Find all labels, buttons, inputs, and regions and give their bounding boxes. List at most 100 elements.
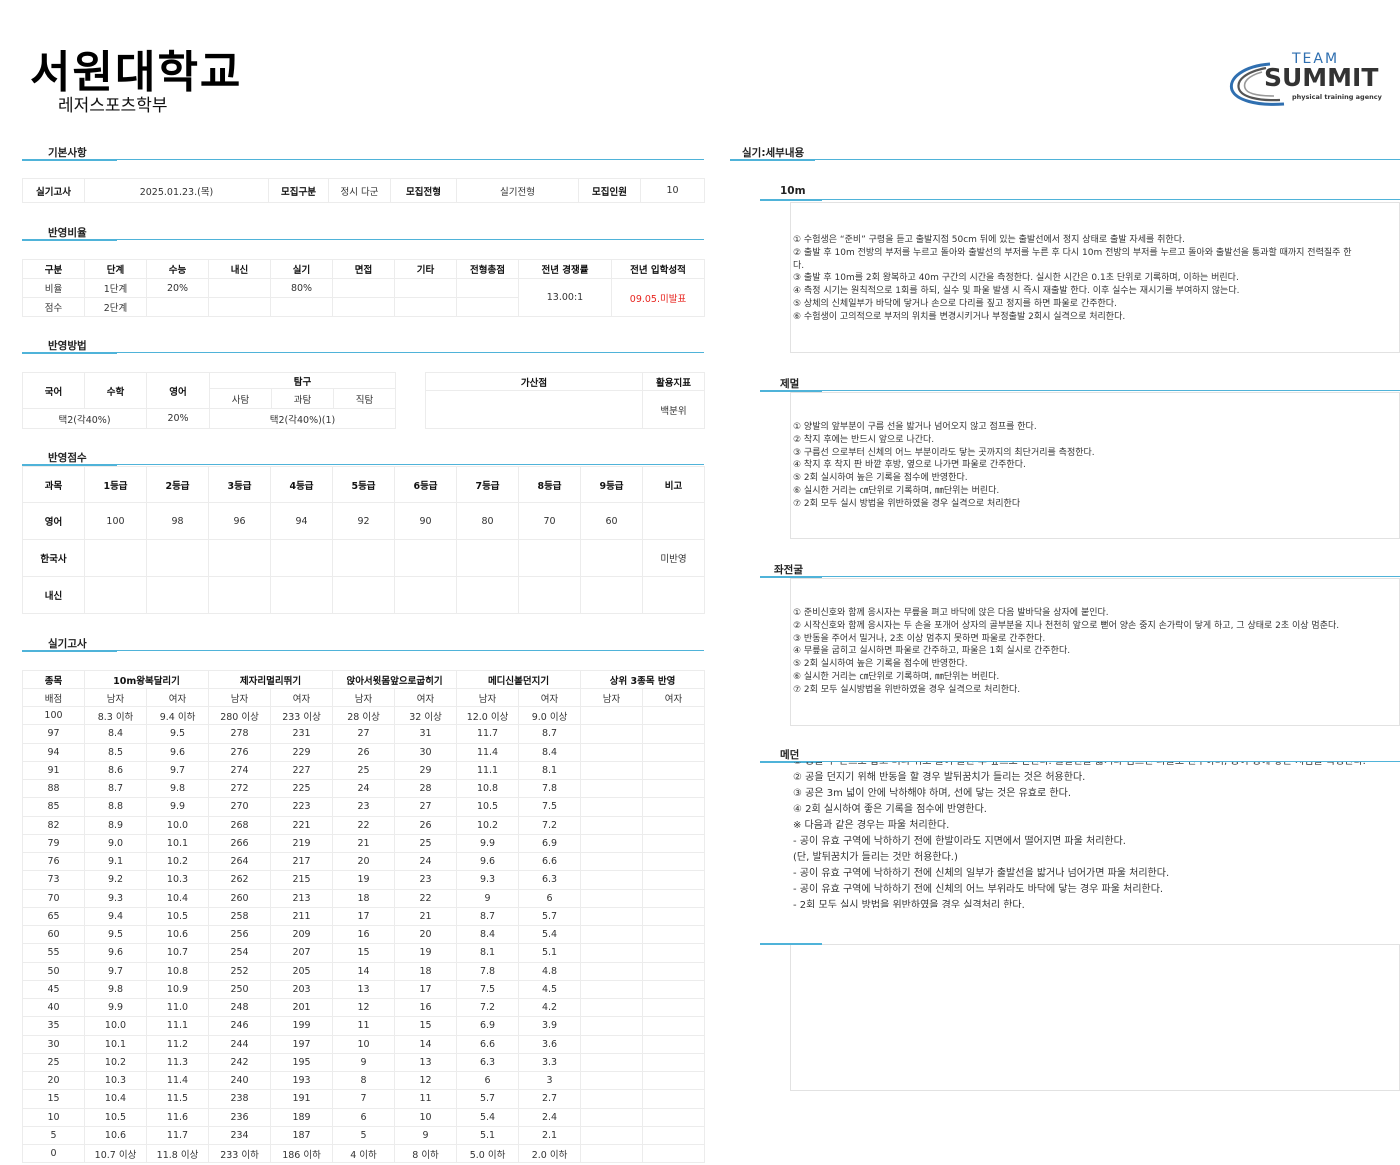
rule-line: ② 시작신호와 함께 응시자는 두 손을 포개어 상자의 골부분을 지나 천천히…	[793, 620, 1340, 631]
score-cell: 80	[456, 502, 519, 540]
practical-cell: 9.4	[84, 906, 147, 927]
practical-cell: 88	[22, 778, 85, 799]
practical-sub: 배점	[22, 688, 85, 707]
practical-cell: 28 이상	[332, 705, 396, 726]
practical-cell: 3.9	[518, 1016, 582, 1036]
practical-cell: 6.3	[518, 870, 582, 890]
practical-cell: 9.6	[84, 943, 147, 963]
basic-info-table: 실기고사 2025.01.23.(목) 모집구분 정시 다군 모집전형 실기전형…	[22, 178, 705, 203]
practical-cell: 8.7	[456, 906, 520, 927]
practical-cell: 6	[518, 888, 582, 908]
practical-cell: 15	[332, 943, 396, 963]
practical-cell: 0	[22, 1143, 85, 1164]
practical-cell: 229	[270, 742, 334, 762]
competition-rate: 13.00:1	[518, 278, 612, 317]
practical-cell: 11.8 이상	[145, 1143, 210, 1164]
practical-cell: 82	[22, 815, 85, 835]
practical-cell	[580, 724, 644, 744]
practical-cell	[580, 797, 644, 817]
practical-cell: 187	[270, 1125, 334, 1146]
practical-cell	[580, 906, 644, 927]
practical-cell: 17	[332, 906, 396, 927]
practical-cell: 9.7	[84, 961, 147, 981]
practical-cell: 258	[208, 906, 272, 927]
practical-cell: 8 이하	[394, 1143, 458, 1164]
practical-cell: 233 이상	[270, 705, 334, 726]
practical-cell: 9.4 이하	[145, 705, 210, 726]
practical-cell	[642, 961, 706, 981]
practical-cell: 5.7	[518, 906, 582, 927]
score-cell: 92	[332, 502, 395, 540]
score-cell	[642, 576, 705, 614]
practical-cell: 252	[208, 961, 272, 981]
score-header: 2등급	[146, 466, 209, 503]
practical-cell	[642, 1016, 706, 1036]
rule-line: ⑤ 상체의 신체일부가 바닥에 닿거나 손으로 다리를 짚고 정지를 하면 파울…	[793, 298, 1117, 309]
practical-cell	[580, 705, 644, 726]
score-cell	[270, 539, 333, 577]
method-value: 택2(각40%)	[22, 408, 147, 429]
practical-cell: 19	[332, 870, 396, 890]
section-detail: 실기:세부내용	[730, 145, 1400, 161]
practical-cell: 11	[332, 1016, 396, 1036]
rule-line: ② 공을 던지기 위해 반동을 할 경우 발뒤꿈치가 들리는 것은 허용한다.	[793, 772, 1086, 783]
practical-cell	[642, 1052, 706, 1073]
section-score-title: 반영점수	[48, 452, 87, 464]
practical-cell: 189	[270, 1107, 334, 1127]
method-table: 국어 수학 영어 탐구 사탐 과탐 직탐 택2(각40%) 20% 택2(각40%)(1)	[22, 372, 397, 429]
practical-cell: 10.5	[145, 906, 210, 927]
section-basic: 기본사항	[22, 145, 704, 161]
practical-sub: 여자	[270, 688, 334, 707]
rule-line: ⑥ 수험생이 고의적으로 부저의 위치를 변경시키거나 부정출발 2회시 실격으…	[793, 311, 1126, 322]
practical-cell: 246	[208, 1016, 272, 1036]
score-cell	[146, 539, 209, 577]
score-cell: 98	[146, 502, 209, 540]
bonus-table: 가산점 활용지표 백분위	[425, 372, 705, 429]
practical-cell	[580, 979, 644, 1000]
practical-cell	[580, 851, 644, 872]
practical-cell: 197	[270, 1034, 334, 1054]
practical-cell: 217	[270, 851, 334, 872]
rule-line: 다.	[793, 260, 805, 271]
practical-cell: 4.5	[518, 979, 582, 1000]
practical-cell: 7.8	[456, 961, 520, 981]
ratio-cell: 80%	[270, 278, 333, 298]
score-cell	[580, 576, 643, 614]
practical-cell: 2.0 이하	[518, 1143, 582, 1164]
rule-line: ④ 측정 시기는 원칙적으로 1회를 하되, 실수 및 파울 발생 시 즉시 재…	[793, 286, 1240, 297]
practical-cell: 27	[394, 797, 458, 817]
section-practical-title: 실기고사	[48, 638, 87, 650]
practical-cell	[642, 724, 706, 744]
practical-cell: 2.1	[518, 1125, 582, 1146]
practical-cell: 272	[208, 778, 272, 799]
practical-sub: 여자	[518, 688, 582, 707]
practical-cell	[642, 1107, 706, 1127]
practical-cell: 9.9	[456, 833, 520, 854]
practical-cell: 10.6	[145, 924, 210, 945]
practical-cell	[580, 1052, 644, 1073]
practical-cell: 225	[270, 778, 334, 799]
logo-line2: SUMMIT	[1264, 63, 1378, 92]
practical-cell: 28	[394, 778, 458, 799]
score-cell	[456, 539, 519, 577]
ratio-cell: 비율	[22, 278, 85, 298]
practical-cell: 11.1	[145, 1016, 210, 1036]
practical-cell: 199	[270, 1016, 334, 1036]
practical-cell: 8.6	[84, 760, 147, 781]
basic-label: 모집전형	[390, 178, 457, 203]
practical-cell	[642, 851, 706, 872]
practical-cell	[580, 815, 644, 835]
practical-cell: 223	[270, 797, 334, 817]
section-basic-title: 기본사항	[48, 147, 87, 159]
practical-cell: 238	[208, 1089, 272, 1109]
practical-cell	[642, 705, 706, 726]
bonus-value	[425, 390, 643, 429]
practical-cell: 6.9	[456, 1016, 520, 1036]
ratio-header: 내신	[208, 259, 271, 279]
practical-cell	[580, 1125, 644, 1146]
practical-cell: 262	[208, 870, 272, 890]
practical-cell	[580, 1107, 644, 1127]
practical-cell: 11.7	[145, 1125, 210, 1146]
practical-cell: 8.3 이하	[84, 705, 147, 726]
practical-cell: 12	[332, 997, 396, 1018]
